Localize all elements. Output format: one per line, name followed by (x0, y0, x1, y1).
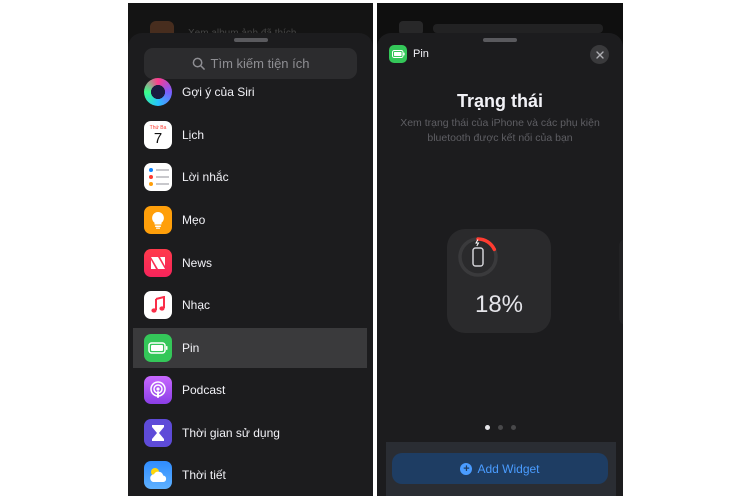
bottom-bar: + Add Widget (386, 442, 616, 496)
widget-title: Trạng thái (456, 91, 543, 111)
app-label: Pin (182, 341, 200, 355)
reminders-icon (144, 163, 172, 191)
search-icon (192, 57, 205, 70)
background-line (433, 23, 603, 33)
battery-percent: 18% (474, 291, 524, 318)
app-row-weather[interactable]: Thời tiết (133, 455, 367, 495)
calendar-day-number: 7 (153, 129, 163, 147)
news-icon (144, 249, 172, 277)
widget-detail-sheet: Pin Trạng thái Xem trạng thái của iPhone… (377, 33, 623, 496)
app-row-music[interactable]: Nhạc (133, 285, 367, 325)
plus-icon: + (460, 462, 473, 475)
tips-icon (144, 206, 172, 234)
app-label: Thời tiết (182, 468, 226, 482)
app-row-screen-time[interactable]: Thời gian sử dụng (133, 413, 367, 453)
widget-gallery-panel: Xem album ảnh đã thích Tìm kiếm tiện ích… (128, 3, 373, 496)
screen-time-icon (144, 419, 172, 447)
page-indicator[interactable] (377, 425, 623, 430)
app-label: News (182, 256, 213, 270)
add-widget-button[interactable]: + Add Widget (392, 453, 608, 484)
app-row-siri-suggestions[interactable]: Gợi ý của Siri (133, 72, 367, 112)
add-widget-label: Add Widget (477, 461, 540, 476)
app-row-battery[interactable]: Pin (133, 328, 367, 368)
battery-icon (389, 45, 407, 63)
calendar-icon: Thứ Ba 7 (144, 121, 172, 149)
app-label: Lời nhắc (182, 170, 229, 184)
battery-icon (144, 334, 172, 362)
widget-header: Pin (389, 45, 429, 63)
app-label: Thời gian sử dụng (182, 426, 280, 440)
sheet-grabber[interactable] (233, 38, 268, 42)
page-dot (484, 425, 490, 430)
app-row-calendar[interactable]: Thứ Ba 7 Lịch (133, 115, 367, 155)
widget-picker-sheet: Tìm kiếm tiện ích Gợi ý của Siri Thứ Ba … (128, 33, 373, 496)
app-label: Podcast (182, 383, 226, 397)
weather-icon (144, 461, 172, 489)
widget-detail-panel: Pin Trạng thái Xem trạng thái của iPhone… (377, 3, 623, 496)
next-widget-preview[interactable] (619, 239, 623, 325)
battery-widget-preview[interactable]: 18% (447, 229, 551, 333)
close-icon (595, 50, 604, 59)
app-label: Nhạc (182, 298, 211, 312)
search-placeholder: Tìm kiếm tiện ích (210, 56, 310, 71)
app-row-podcast[interactable]: Podcast (133, 370, 367, 410)
app-label: Lịch (182, 128, 205, 142)
page-dot (510, 425, 516, 430)
app-row-reminders[interactable]: Lời nhắc (133, 157, 367, 197)
app-label: Mẹo (182, 213, 206, 227)
widget-description: Xem trạng thái của iPhone và các phụ kiệ… (400, 117, 600, 144)
sheet-grabber[interactable] (483, 38, 517, 42)
close-button[interactable] (590, 45, 609, 64)
siri-icon (144, 78, 172, 106)
music-icon (144, 291, 172, 319)
app-label: Gợi ý của Siri (182, 85, 255, 99)
app-row-tips[interactable]: Mẹo (133, 200, 367, 240)
battery-ring (458, 237, 498, 277)
page-dot (497, 425, 503, 430)
podcast-icon (144, 376, 172, 404)
widget-app-name: Pin (413, 48, 429, 60)
app-row-news[interactable]: News (133, 243, 367, 283)
